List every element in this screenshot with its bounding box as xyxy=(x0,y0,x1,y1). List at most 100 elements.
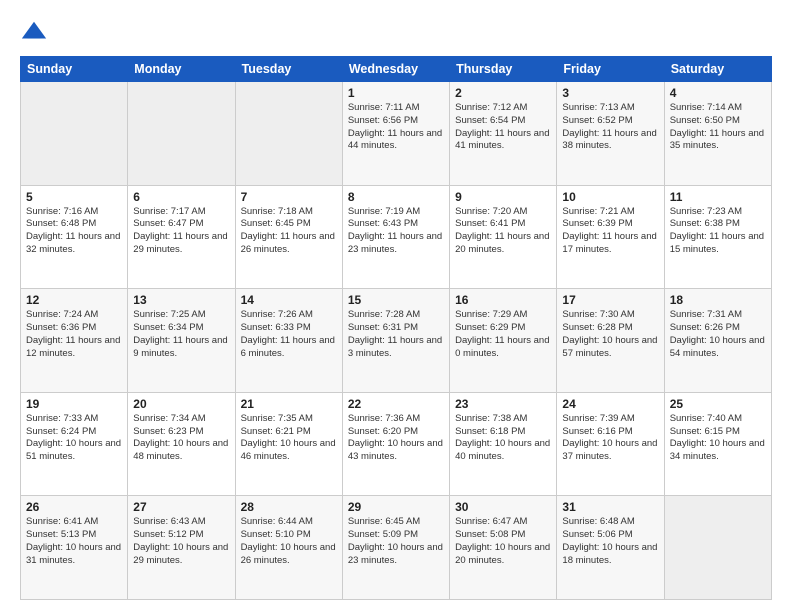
calendar-cell xyxy=(235,82,342,186)
calendar-cell: 12 Sunrise: 7:24 AM Sunset: 6:36 PM Dayli… xyxy=(21,289,128,393)
day-number: 4 xyxy=(670,86,766,100)
day-info: Sunrise: 7:11 AM Sunset: 6:56 PM Dayligh… xyxy=(348,102,444,153)
day-info: Sunrise: 7:25 AM Sunset: 6:34 PM Dayligh… xyxy=(133,309,229,360)
day-info: Sunrise: 6:41 AM Sunset: 5:13 PM Dayligh… xyxy=(26,516,122,567)
calendar-cell: 14 Sunrise: 7:26 AM Sunset: 6:33 PM Dayli… xyxy=(235,289,342,393)
day-number: 29 xyxy=(348,500,444,514)
col-header-tuesday: Tuesday xyxy=(235,57,342,82)
calendar-cell: 20 Sunrise: 7:34 AM Sunset: 6:23 PM Dayli… xyxy=(128,392,235,496)
calendar-cell: 30 Sunrise: 6:47 AM Sunset: 5:08 PM Dayli… xyxy=(450,496,557,600)
calendar-cell: 27 Sunrise: 6:43 AM Sunset: 5:12 PM Dayli… xyxy=(128,496,235,600)
calendar-cell: 9 Sunrise: 7:20 AM Sunset: 6:41 PM Daylig… xyxy=(450,185,557,289)
day-number: 16 xyxy=(455,293,551,307)
day-info: Sunrise: 6:47 AM Sunset: 5:08 PM Dayligh… xyxy=(455,516,551,567)
day-info: Sunrise: 7:12 AM Sunset: 6:54 PM Dayligh… xyxy=(455,102,551,153)
day-info: Sunrise: 7:39 AM Sunset: 6:16 PM Dayligh… xyxy=(562,413,658,464)
day-number: 14 xyxy=(241,293,337,307)
calendar-week-2: 5 Sunrise: 7:16 AM Sunset: 6:48 PM Daylig… xyxy=(21,185,772,289)
day-number: 30 xyxy=(455,500,551,514)
day-number: 2 xyxy=(455,86,551,100)
calendar-cell: 5 Sunrise: 7:16 AM Sunset: 6:48 PM Daylig… xyxy=(21,185,128,289)
page: SundayMondayTuesdayWednesdayThursdayFrid… xyxy=(0,0,792,612)
calendar-cell xyxy=(21,82,128,186)
day-info: Sunrise: 7:31 AM Sunset: 6:26 PM Dayligh… xyxy=(670,309,766,360)
day-info: Sunrise: 7:38 AM Sunset: 6:18 PM Dayligh… xyxy=(455,413,551,464)
calendar-cell: 29 Sunrise: 6:45 AM Sunset: 5:09 PM Dayli… xyxy=(342,496,449,600)
calendar-cell: 17Sunrise: 7:30 AM Sunset: 6:28 PM Dayli… xyxy=(557,289,664,393)
day-info: Sunrise: 7:14 AM Sunset: 6:50 PM Dayligh… xyxy=(670,102,766,153)
day-info: Sunrise: 7:29 AM Sunset: 6:29 PM Dayligh… xyxy=(455,309,551,360)
calendar-cell: 2 Sunrise: 7:12 AM Sunset: 6:54 PM Daylig… xyxy=(450,82,557,186)
calendar-week-1: 1 Sunrise: 7:11 AM Sunset: 6:56 PM Daylig… xyxy=(21,82,772,186)
day-info: Sunrise: 7:19 AM Sunset: 6:43 PM Dayligh… xyxy=(348,206,444,257)
logo xyxy=(20,18,52,46)
day-info: Sunrise: 7:35 AM Sunset: 6:21 PM Dayligh… xyxy=(241,413,337,464)
day-number: 5 xyxy=(26,190,122,204)
calendar-header-row: SundayMondayTuesdayWednesdayThursdayFrid… xyxy=(21,57,772,82)
col-header-sunday: Sunday xyxy=(21,57,128,82)
day-info: Sunrise: 7:20 AM Sunset: 6:41 PM Dayligh… xyxy=(455,206,551,257)
day-info: Sunrise: 7:21 AM Sunset: 6:39 PM Dayligh… xyxy=(562,206,658,257)
calendar-cell: 3 Sunrise: 7:13 AM Sunset: 6:52 PM Daylig… xyxy=(557,82,664,186)
calendar-cell: 28 Sunrise: 6:44 AM Sunset: 5:10 PM Dayli… xyxy=(235,496,342,600)
calendar-cell: 4 Sunrise: 7:14 AM Sunset: 6:50 PM Daylig… xyxy=(664,82,771,186)
day-number: 24 xyxy=(562,397,658,411)
day-number: 23 xyxy=(455,397,551,411)
day-number: 9 xyxy=(455,190,551,204)
day-number: 22 xyxy=(348,397,444,411)
day-info: Sunrise: 6:43 AM Sunset: 5:12 PM Dayligh… xyxy=(133,516,229,567)
day-number: 28 xyxy=(241,500,337,514)
day-number: 21 xyxy=(241,397,337,411)
calendar-cell: 13 Sunrise: 7:25 AM Sunset: 6:34 PM Dayli… xyxy=(128,289,235,393)
day-number: 3 xyxy=(562,86,658,100)
day-info: Sunrise: 7:26 AM Sunset: 6:33 PM Dayligh… xyxy=(241,309,337,360)
calendar-week-3: 12 Sunrise: 7:24 AM Sunset: 6:36 PM Dayli… xyxy=(21,289,772,393)
day-info: Sunrise: 6:45 AM Sunset: 5:09 PM Dayligh… xyxy=(348,516,444,567)
day-info: Sunrise: 7:36 AM Sunset: 6:20 PM Dayligh… xyxy=(348,413,444,464)
calendar-cell: 26 Sunrise: 6:41 AM Sunset: 5:13 PM Dayli… xyxy=(21,496,128,600)
day-info: Sunrise: 7:34 AM Sunset: 6:23 PM Dayligh… xyxy=(133,413,229,464)
calendar-week-4: 19Sunrise: 7:33 AM Sunset: 6:24 PM Dayli… xyxy=(21,392,772,496)
logo-icon xyxy=(20,18,48,46)
header xyxy=(20,18,772,46)
day-number: 15 xyxy=(348,293,444,307)
day-number: 31 xyxy=(562,500,658,514)
calendar-cell: 25 Sunrise: 7:40 AM Sunset: 6:15 PM Dayli… xyxy=(664,392,771,496)
calendar-cell xyxy=(664,496,771,600)
day-number: 20 xyxy=(133,397,229,411)
day-number: 6 xyxy=(133,190,229,204)
calendar-cell: 7Sunrise: 7:18 AM Sunset: 6:45 PM Daylig… xyxy=(235,185,342,289)
day-info: Sunrise: 7:33 AM Sunset: 6:24 PM Dayligh… xyxy=(26,413,122,464)
day-info: Sunrise: 7:30 AM Sunset: 6:28 PM Dayligh… xyxy=(562,309,658,360)
calendar-cell: 23 Sunrise: 7:38 AM Sunset: 6:18 PM Dayli… xyxy=(450,392,557,496)
calendar-cell: 21 Sunrise: 7:35 AM Sunset: 6:21 PM Dayli… xyxy=(235,392,342,496)
col-header-monday: Monday xyxy=(128,57,235,82)
col-header-wednesday: Wednesday xyxy=(342,57,449,82)
day-number: 12 xyxy=(26,293,122,307)
day-info: Sunrise: 7:28 AM Sunset: 6:31 PM Dayligh… xyxy=(348,309,444,360)
day-info: Sunrise: 7:13 AM Sunset: 6:52 PM Dayligh… xyxy=(562,102,658,153)
calendar-cell: 31 Sunrise: 6:48 AM Sunset: 5:06 PM Dayli… xyxy=(557,496,664,600)
day-number: 18 xyxy=(670,293,766,307)
day-number: 1 xyxy=(348,86,444,100)
calendar-table: SundayMondayTuesdayWednesdayThursdayFrid… xyxy=(20,56,772,600)
day-number: 11 xyxy=(670,190,766,204)
day-number: 25 xyxy=(670,397,766,411)
day-number: 26 xyxy=(26,500,122,514)
day-number: 8 xyxy=(348,190,444,204)
calendar-cell: 11Sunrise: 7:23 AM Sunset: 6:38 PM Dayli… xyxy=(664,185,771,289)
col-header-friday: Friday xyxy=(557,57,664,82)
day-number: 10 xyxy=(562,190,658,204)
day-number: 13 xyxy=(133,293,229,307)
day-info: Sunrise: 7:24 AM Sunset: 6:36 PM Dayligh… xyxy=(26,309,122,360)
day-info: Sunrise: 7:40 AM Sunset: 6:15 PM Dayligh… xyxy=(670,413,766,464)
day-number: 27 xyxy=(133,500,229,514)
calendar-week-5: 26 Sunrise: 6:41 AM Sunset: 5:13 PM Dayli… xyxy=(21,496,772,600)
day-info: Sunrise: 6:44 AM Sunset: 5:10 PM Dayligh… xyxy=(241,516,337,567)
day-info: Sunrise: 7:16 AM Sunset: 6:48 PM Dayligh… xyxy=(26,206,122,257)
day-info: Sunrise: 6:48 AM Sunset: 5:06 PM Dayligh… xyxy=(562,516,658,567)
calendar-cell: 22 Sunrise: 7:36 AM Sunset: 6:20 PM Dayli… xyxy=(342,392,449,496)
calendar-cell: 18 Sunrise: 7:31 AM Sunset: 6:26 PM Dayli… xyxy=(664,289,771,393)
calendar-cell: 16 Sunrise: 7:29 AM Sunset: 6:29 PM Dayli… xyxy=(450,289,557,393)
day-number: 7 xyxy=(241,190,337,204)
